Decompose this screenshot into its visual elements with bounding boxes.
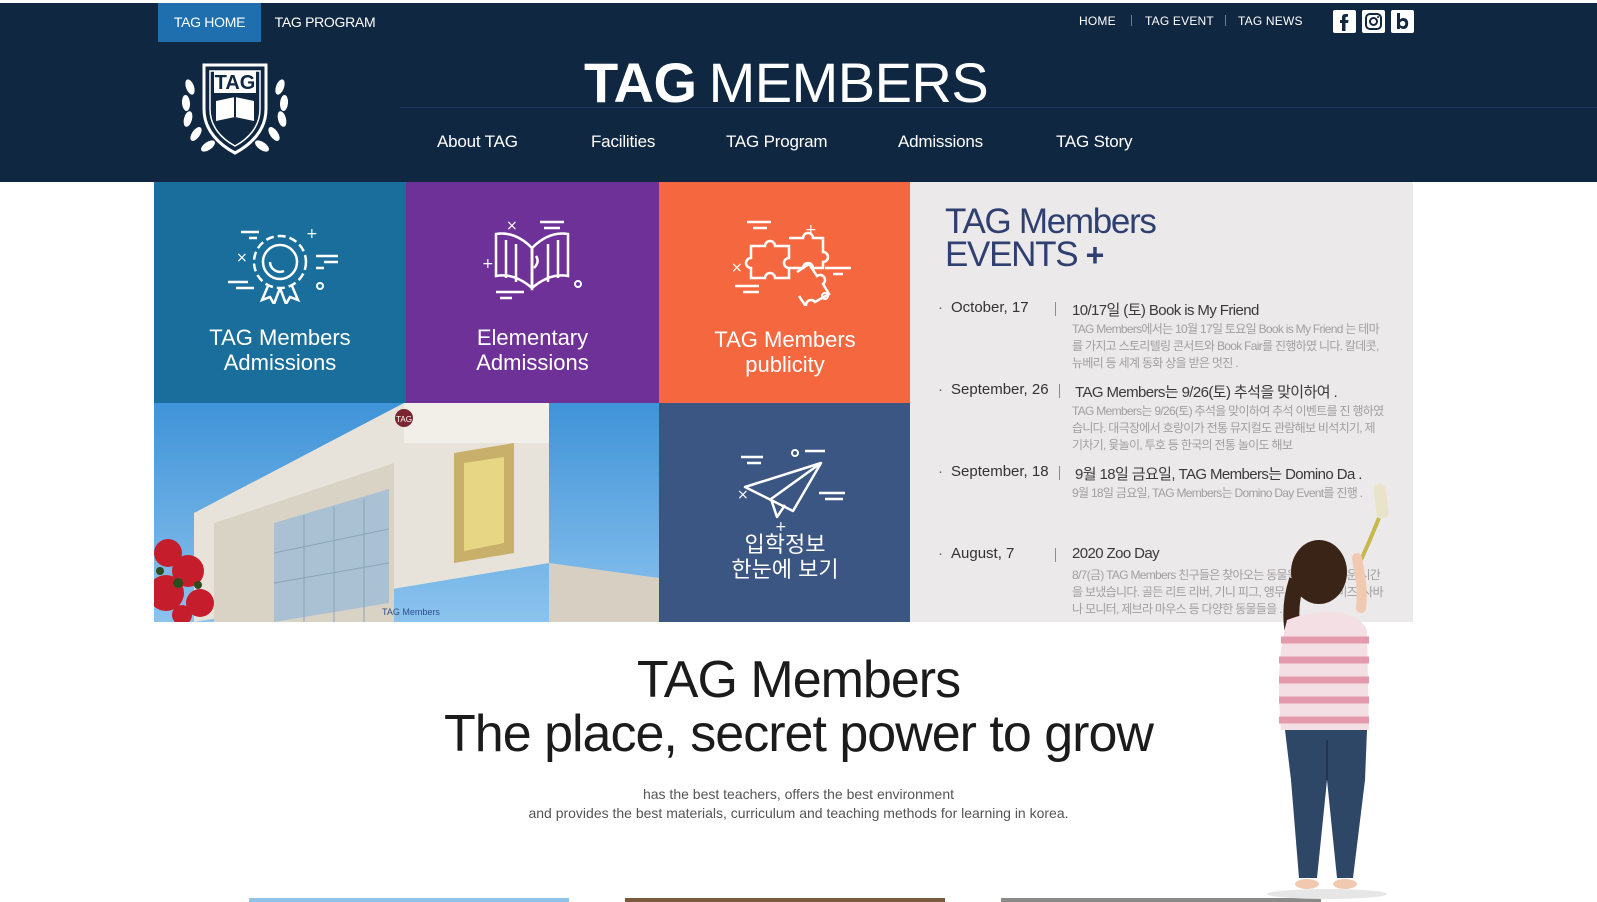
nav-tag-story[interactable]: TAG Story: [1056, 132, 1132, 152]
event-divider: [1059, 384, 1060, 398]
tile-elementary-admissions[interactable]: × + Elementary Admissions: [406, 182, 659, 403]
nav-admissions[interactable]: Admissions: [898, 132, 983, 152]
svg-text:+: +: [775, 519, 787, 533]
site-brand-title[interactable]: TAG MEMBERS: [584, 50, 989, 115]
tile-label-line1: TAG Members: [209, 325, 351, 350]
event-description: TAG Members에서는 10월 17일 토요일 Book is My Fr…: [1072, 322, 1380, 370]
girl-painting-illustration: [1257, 480, 1417, 902]
tile-tag-members-admissions[interactable]: × + TAG Members Admissions: [154, 182, 406, 403]
tile-label-line2: publicity: [745, 352, 825, 377]
event-date: September, 26: [938, 381, 1049, 398]
event-description: TAG Members는 9/26(토) 추석을 맞이하여 추석 이벤트를 진 …: [1072, 404, 1384, 452]
header-divider: [400, 107, 1597, 108]
svg-text:+: +: [482, 256, 494, 272]
event-date: September, 18: [938, 463, 1049, 480]
svg-text:TAG: TAG: [215, 72, 256, 94]
book-icon: × +: [406, 216, 659, 311]
events-more-icon: +: [1085, 237, 1105, 273]
util-link-tag-news[interactable]: TAG NEWS: [1238, 14, 1303, 28]
event-date: October, 17: [938, 299, 1029, 316]
util-separator: [1225, 15, 1226, 26]
tile-admission-info-overview[interactable]: × + 입학정보 한눈에 보기: [659, 403, 911, 622]
event-title[interactable]: TAG Members는 9/26(토) 추석을 맞이하여 .: [1075, 381, 1338, 402]
nav-about-tag[interactable]: About TAG: [437, 132, 518, 152]
util-separator: [1131, 15, 1132, 26]
event-divider: [1055, 548, 1056, 562]
instagram-icon[interactable]: [1362, 10, 1385, 33]
nav-tag-program[interactable]: TAG Program: [726, 132, 828, 152]
svg-text:+: +: [805, 222, 817, 238]
event-divider: [1059, 466, 1060, 480]
svg-text:TAG Members: TAG Members: [382, 607, 440, 617]
blog-icon[interactable]: [1391, 10, 1414, 33]
school-building-photo: TAG TAG Members: [154, 403, 659, 622]
tile-label-line1: TAG Members: [714, 327, 856, 352]
util-link-home[interactable]: HOME: [1079, 14, 1116, 28]
tile-label-line2: Admissions: [476, 350, 589, 375]
tile-label-line2: Admissions: [223, 350, 337, 375]
tile-label-line1: 입학정보: [744, 532, 826, 557]
tab-tag-home[interactable]: TAG HOME: [158, 3, 261, 42]
svg-text:+: +: [306, 226, 318, 242]
event-divider: [1055, 302, 1056, 316]
svg-text:×: ×: [731, 260, 743, 276]
paper-plane-icon: × +: [659, 443, 911, 538]
svg-text:×: ×: [506, 218, 518, 234]
util-link-tag-event[interactable]: TAG EVENT: [1145, 14, 1214, 28]
events-title[interactable]: TAG Members EVENTS +: [945, 204, 1157, 273]
facebook-icon[interactable]: [1333, 10, 1356, 33]
tile-label-line1: Elementary: [476, 325, 589, 350]
event-title[interactable]: 2020 Zoo Day: [1072, 545, 1160, 562]
gear-badge-icon: × +: [154, 224, 406, 309]
puzzle-icon: × +: [659, 216, 911, 311]
svg-text:×: ×: [737, 487, 749, 503]
svg-text:TAG: TAG: [396, 415, 412, 424]
tile-label-line2: 한눈에 보기: [731, 557, 839, 582]
thumbnail-2[interactable]: [625, 898, 945, 902]
svg-text:×: ×: [236, 250, 248, 266]
nav-facilities[interactable]: Facilities: [591, 132, 655, 152]
event-date: August, 7: [938, 545, 1014, 562]
tab-tag-program[interactable]: TAG PROGRAM: [266, 3, 384, 42]
site-header: TAG HOME TAG PROGRAM HOME TAG EVENT TAG …: [0, 0, 1597, 182]
thumbnail-1[interactable]: [249, 898, 569, 902]
tile-tag-members-publicity[interactable]: × + TAG Members publicity: [659, 182, 911, 403]
event-title[interactable]: 10/17일 (토) Book is My Friend: [1072, 299, 1259, 320]
tag-crest-logo[interactable]: TAG: [174, 57, 296, 165]
